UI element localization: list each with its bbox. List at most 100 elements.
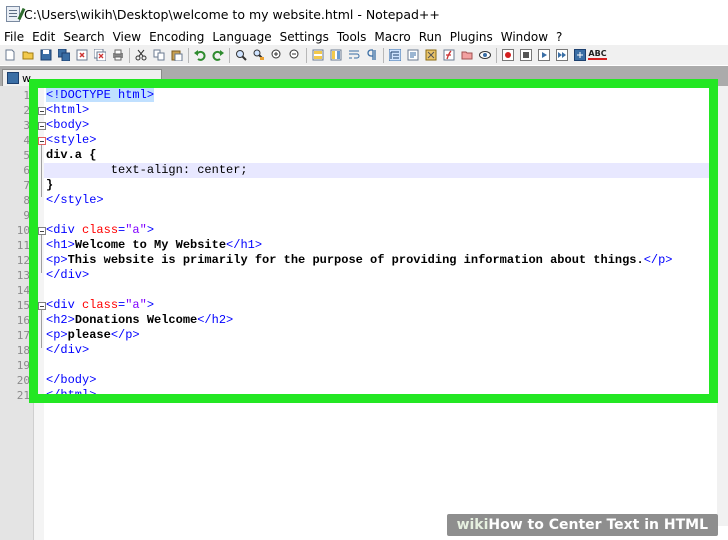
- div-close-tag: </div>: [46, 268, 90, 282]
- menu-settings[interactable]: Settings: [279, 30, 330, 44]
- fold-toggle-icon[interactable]: [38, 227, 46, 235]
- code-line-1: <!DOCTYPE html>: [46, 88, 155, 103]
- toolbar: ABC: [0, 45, 728, 65]
- line-number: 21: [16, 389, 30, 402]
- css-close-brace: }: [46, 178, 54, 192]
- attribute-value: "a": [125, 298, 147, 312]
- function-list-icon[interactable]: [441, 48, 456, 63]
- toolbar-separator: [129, 47, 130, 63]
- zoom-out-icon[interactable]: [287, 48, 302, 63]
- spellcheck-icon[interactable]: ABC: [588, 48, 607, 63]
- line-number: 5: [23, 149, 30, 162]
- html-open-tag: <html>: [46, 103, 90, 117]
- redo-icon[interactable]: [210, 48, 225, 63]
- code-line-7: }: [46, 178, 53, 193]
- folder-workspace-icon[interactable]: [459, 48, 474, 63]
- code-line-20: </body>: [46, 373, 96, 388]
- h2-text: Donations Welcome: [74, 313, 198, 327]
- save-macro-icon[interactable]: [572, 48, 587, 63]
- stop-macro-icon[interactable]: [518, 48, 533, 63]
- save-all-icon[interactable]: [56, 48, 71, 63]
- close-icon[interactable]: [74, 48, 89, 63]
- menu-macro[interactable]: Macro: [373, 30, 411, 44]
- show-all-chars-icon[interactable]: [364, 48, 379, 63]
- div-close-tag: </div>: [46, 343, 90, 357]
- play-macro-icon[interactable]: [536, 48, 551, 63]
- css-selector: div.a {: [46, 148, 97, 162]
- line-number: 12: [16, 254, 30, 267]
- fold-toggle-icon[interactable]: [38, 122, 46, 130]
- doctype: <!DOCTYPE html>: [46, 88, 155, 102]
- tab-welcome-html[interactable]: w: [2, 69, 162, 86]
- print-icon[interactable]: [110, 48, 125, 63]
- vertical-scrollbar[interactable]: [717, 86, 728, 526]
- menu-search[interactable]: Search: [62, 30, 105, 44]
- tag-close-bracket: >: [146, 223, 155, 237]
- code-line-15: <div class="a">: [46, 298, 154, 313]
- menu-language[interactable]: Language: [211, 30, 272, 44]
- html-close-tag: </html>: [46, 388, 97, 402]
- new-file-icon[interactable]: [2, 48, 17, 63]
- body-open-tag: <body>: [46, 118, 90, 132]
- doc-map-icon[interactable]: [423, 48, 438, 63]
- code-line-12: <p>This website is primarily for the pur…: [46, 253, 673, 268]
- line-number: 19: [16, 359, 30, 372]
- paste-icon[interactable]: [169, 48, 184, 63]
- menu-run[interactable]: Run: [418, 30, 443, 44]
- find-icon[interactable]: [233, 48, 248, 63]
- sync-scroll-h-icon[interactable]: [328, 48, 343, 63]
- record-macro-icon[interactable]: [500, 48, 515, 63]
- zoom-in-icon[interactable]: [269, 48, 284, 63]
- line-number: 16: [16, 314, 30, 327]
- word-wrap-icon[interactable]: [346, 48, 361, 63]
- fold-toggle-icon[interactable]: [38, 107, 46, 115]
- line-number: 11: [16, 239, 30, 252]
- save-icon[interactable]: [38, 48, 53, 63]
- copy-icon[interactable]: [151, 48, 166, 63]
- menu-edit[interactable]: Edit: [31, 30, 56, 44]
- sync-scroll-v-icon[interactable]: [310, 48, 325, 63]
- toolbar-separator: [496, 47, 497, 63]
- watermark-wiki: wiki: [456, 517, 489, 533]
- line-number: 18: [16, 344, 30, 357]
- fold-toggle-icon[interactable]: [38, 302, 46, 310]
- open-file-icon[interactable]: [20, 48, 35, 63]
- attribute-value: "a": [125, 223, 147, 237]
- undo-icon[interactable]: [192, 48, 207, 63]
- line-number: 13: [16, 269, 30, 282]
- style-close-tag: </style>: [46, 193, 104, 207]
- line-number: 14: [16, 284, 30, 297]
- watermark-how: How: [488, 517, 523, 533]
- line-number: 1: [23, 89, 30, 102]
- fold-line: [41, 310, 42, 348]
- tab-label: w: [22, 71, 31, 85]
- editor-area[interactable]: 1 2 3 4 5 6 7 8 9 10 11 12 13 14 15 16 1…: [0, 86, 728, 540]
- cut-icon[interactable]: [133, 48, 148, 63]
- menu-plugins[interactable]: Plugins: [449, 30, 494, 44]
- menu-view[interactable]: View: [112, 30, 142, 44]
- class-attribute: class: [82, 298, 119, 312]
- fold-line: [41, 235, 42, 273]
- menu-bar: File Edit Search View Encoding Language …: [0, 28, 728, 45]
- replace-icon[interactable]: [251, 48, 266, 63]
- save-status-icon: [7, 72, 19, 84]
- class-attribute: class: [82, 223, 119, 237]
- code-line-8: </style>: [46, 193, 104, 208]
- monitoring-icon[interactable]: [477, 48, 492, 63]
- p-open-tag: <p>: [46, 253, 68, 267]
- run-macro-multiple-icon[interactable]: [554, 48, 569, 63]
- watermark-title: to Center Text in HTML: [522, 517, 708, 533]
- menu-encoding[interactable]: Encoding: [148, 30, 205, 44]
- menu-window[interactable]: Window: [500, 30, 549, 44]
- fold-toggle-icon[interactable]: [38, 137, 46, 145]
- line-number: 3: [23, 119, 30, 132]
- menu-help[interactable]: ?: [555, 30, 563, 44]
- code-line-5: div.a {: [46, 148, 96, 163]
- menu-file[interactable]: File: [3, 30, 25, 44]
- menu-tools[interactable]: Tools: [336, 30, 368, 44]
- close-all-icon[interactable]: [92, 48, 107, 63]
- line-number: 7: [23, 179, 30, 192]
- p-text: please: [67, 328, 111, 342]
- indent-guide-icon[interactable]: [387, 48, 402, 63]
- user-lang-icon[interactable]: [405, 48, 420, 63]
